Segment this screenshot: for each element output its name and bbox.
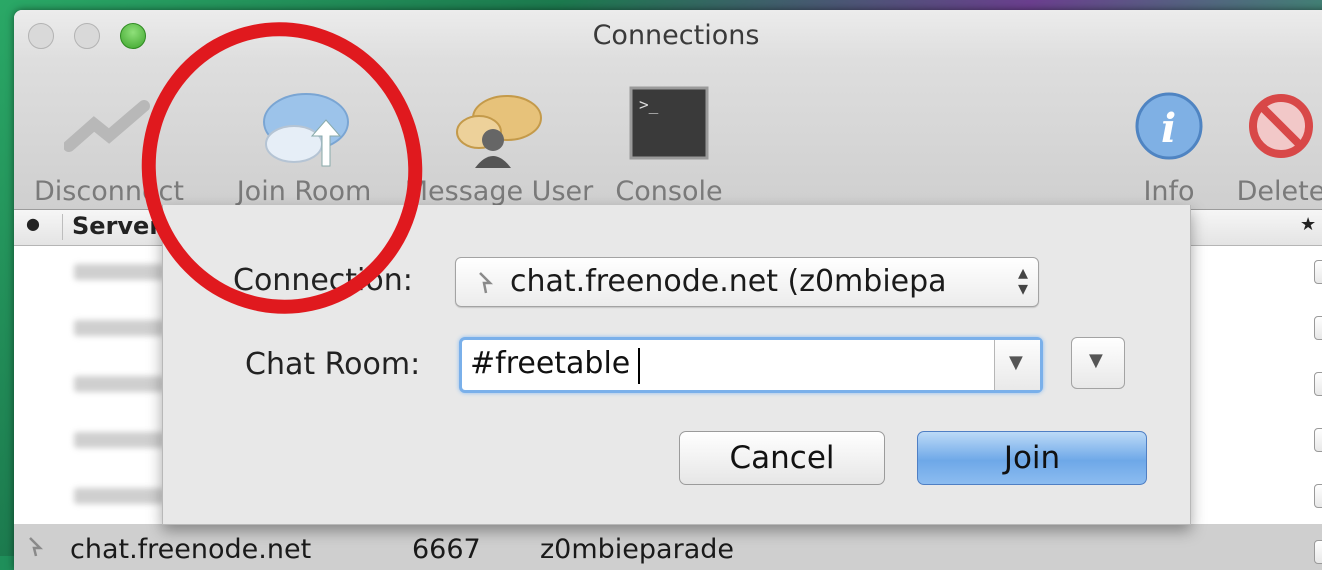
server-column-header[interactable]: Server	[72, 212, 161, 240]
svg-text:i: i	[1161, 105, 1176, 152]
popup-stepper-icon: ▴ ▾	[1017, 260, 1028, 300]
chat-room-history-button[interactable]: ▼	[1071, 337, 1125, 389]
connection-popup-value: chat.freenode.net (z0mbiepa	[510, 264, 947, 299]
favorite-checkbox[interactable]	[1314, 260, 1322, 284]
svg-text:>_: >_	[639, 95, 659, 114]
delete-icon	[1249, 94, 1313, 158]
chat-room-dropdown-button[interactable]: ▼	[994, 340, 1040, 390]
favorite-checkbox[interactable]	[1314, 428, 1322, 452]
chevron-down-icon: ▼	[1009, 352, 1023, 373]
chevron-down-icon: ▼	[1089, 350, 1103, 371]
favorite-checkbox[interactable]	[1314, 484, 1322, 508]
table-row-selected[interactable]: chat.freenode.net 6667 z0mbieparade	[14, 524, 1322, 570]
chat-room-input[interactable]: #freetable	[470, 346, 630, 381]
connection-status-icon	[29, 537, 44, 557]
chat-room-combobox[interactable]: #freetable ▼	[459, 337, 1043, 393]
favorite-checkbox[interactable]	[1314, 540, 1322, 564]
connection-plug-icon	[479, 272, 494, 294]
connections-window: Connections Disconnect Join Room Message…	[14, 10, 1322, 570]
favorite-checkbox[interactable]	[1314, 316, 1322, 340]
disconnect-icon	[64, 100, 150, 152]
message-user-icon	[456, 95, 542, 168]
column-divider	[62, 214, 63, 240]
join-button[interactable]: Join	[917, 431, 1147, 485]
chat-room-label: Chat Room:	[245, 347, 421, 382]
console-icon: >_	[629, 86, 709, 160]
text-caret	[638, 348, 640, 384]
connection-popup[interactable]: chat.freenode.net (z0mbiepa ▴ ▾	[455, 257, 1039, 307]
info-icon: i	[1135, 92, 1203, 160]
server-cell: chat.freenode.net	[70, 534, 312, 565]
port-cell: 6667	[412, 534, 481, 565]
nickname-cell: z0mbieparade	[540, 534, 734, 565]
cancel-button[interactable]: Cancel	[679, 431, 885, 485]
favorite-checkbox[interactable]	[1314, 372, 1322, 396]
status-column-header[interactable]: ●	[26, 214, 40, 233]
favorite-column-header[interactable]: ★	[1300, 214, 1316, 235]
